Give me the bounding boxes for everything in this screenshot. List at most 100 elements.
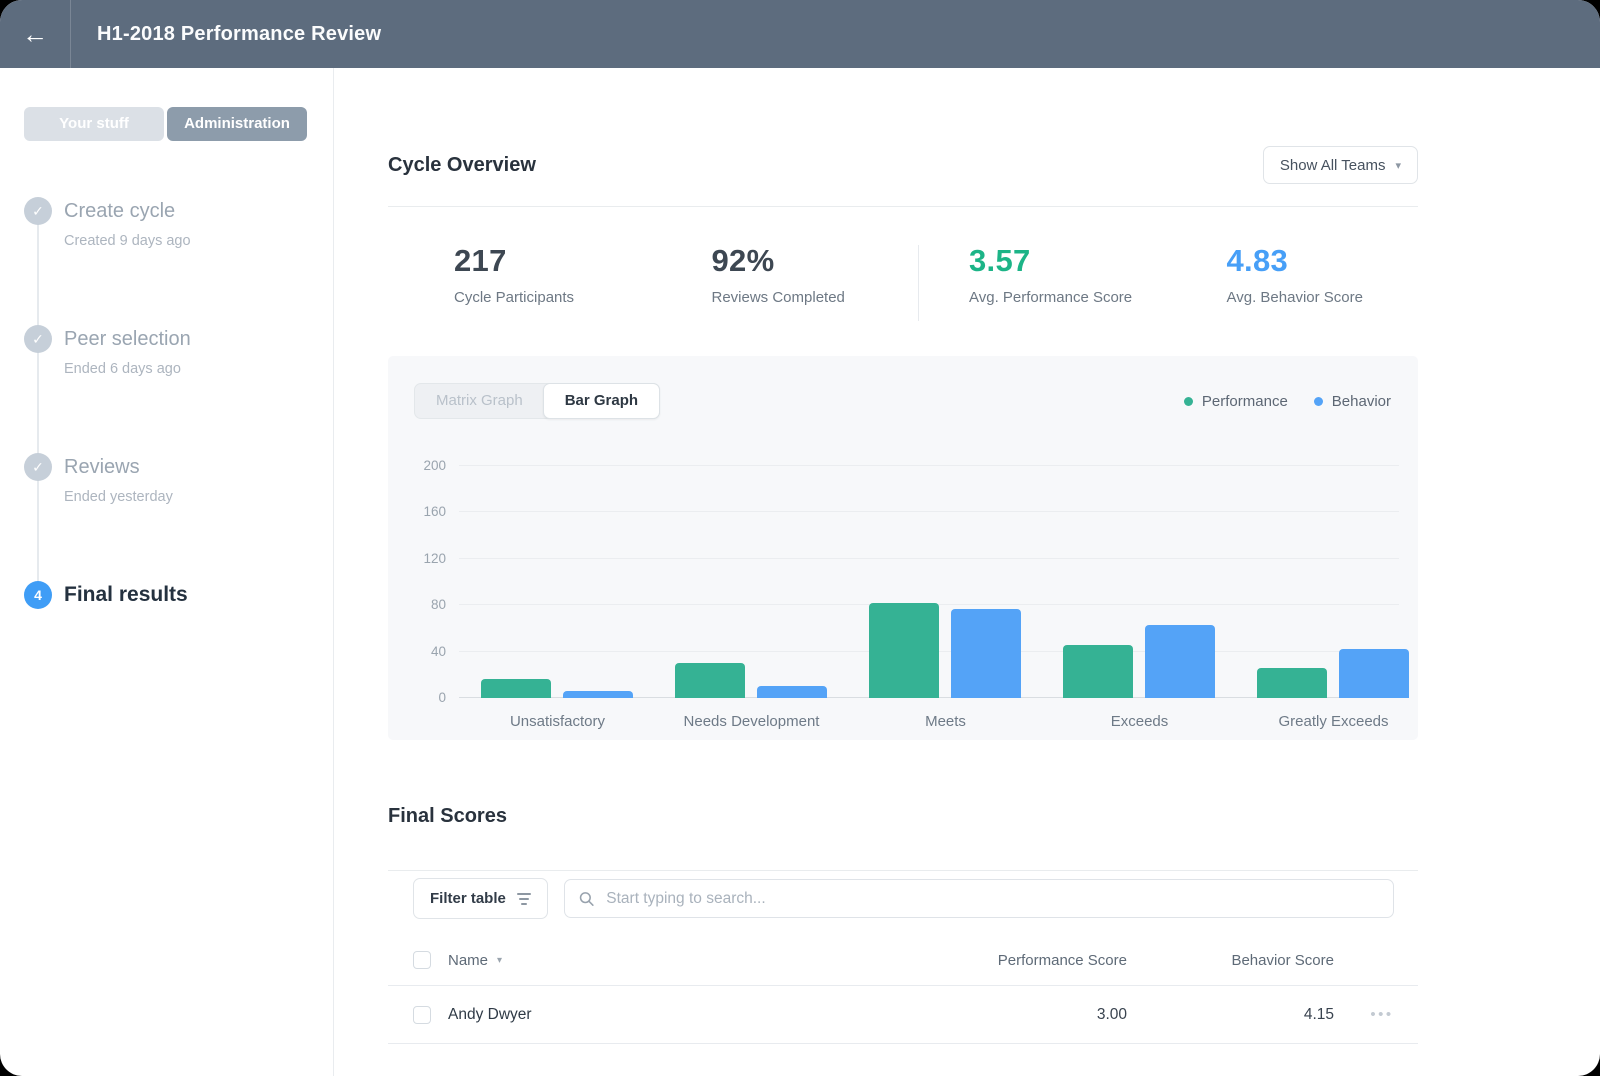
divider xyxy=(388,206,1418,207)
filter-button-label: Filter table xyxy=(430,890,506,907)
bar-performance xyxy=(1063,645,1133,698)
bar-performance xyxy=(481,679,551,698)
step-subtitle: Ended 6 days ago xyxy=(64,361,333,377)
bar-performance xyxy=(1257,668,1327,698)
stat-label: Reviews Completed xyxy=(712,289,904,306)
sidebar-tab-group: Your stuff Administration xyxy=(24,107,307,141)
column-label: Name xyxy=(448,952,488,969)
select-all-checkbox[interactable] xyxy=(413,951,431,969)
stat-value: 217 xyxy=(454,243,646,279)
final-scores-table: Name ▾ Performance Score Behavior Score … xyxy=(388,935,1418,1044)
step-final-results[interactable]: 4 Final results xyxy=(24,581,333,609)
top-bar: ← H1-2018 Performance Review xyxy=(0,0,1600,68)
app-window: ← H1-2018 Performance Review Your stuff … xyxy=(0,0,1600,1076)
check-icon: ✓ xyxy=(24,453,52,481)
check-icon: ✓ xyxy=(24,325,52,353)
stat-label: Avg. Performance Score xyxy=(969,289,1161,306)
check-icon: ✓ xyxy=(24,197,52,225)
chart-panel: Matrix Graph Bar Graph Performance Behav… xyxy=(388,356,1418,740)
step-title: Peer selection xyxy=(64,325,333,353)
step-title: Final results xyxy=(64,581,333,609)
back-button[interactable]: ← xyxy=(0,0,71,68)
search-input[interactable] xyxy=(604,889,1379,909)
graph-type-toggle: Matrix Graph Bar Graph xyxy=(414,383,660,419)
bar-behavior xyxy=(1145,625,1215,698)
category-label: Greatly Exceeds xyxy=(1278,713,1388,730)
bar-behavior xyxy=(1339,649,1409,698)
stat-value: 4.83 xyxy=(1227,243,1419,279)
search-box xyxy=(564,879,1394,918)
y-tick-label: 0 xyxy=(438,690,446,705)
main-panel: Cycle Overview Show All Teams ▾ 217 Cycl… xyxy=(334,68,1600,1076)
bar-group: Unsatisfactory xyxy=(481,466,634,698)
cell-behavior-score: 4.15 xyxy=(1139,1006,1346,1024)
bar-group: Meets xyxy=(869,466,1022,698)
tab-your-stuff[interactable]: Your stuff xyxy=(24,107,164,141)
bar-behavior xyxy=(757,686,827,698)
legend-dot-performance xyxy=(1184,397,1193,406)
y-tick-label: 200 xyxy=(423,458,446,473)
column-header-behavior-score: Behavior Score xyxy=(1139,952,1346,969)
show-all-teams-dropdown[interactable]: Show All Teams ▾ xyxy=(1263,146,1418,184)
filter-icon xyxy=(517,893,531,905)
sidebar: Your stuff Administration ✓ Create cycle… xyxy=(0,68,334,1076)
bar-behavior xyxy=(951,609,1021,698)
cycle-stepper: ✓ Create cycle Created 9 days ago ✓ Peer… xyxy=(24,197,333,609)
stat-label: Cycle Participants xyxy=(454,289,646,306)
step-title: Create cycle xyxy=(64,197,333,225)
y-tick-label: 120 xyxy=(423,551,446,566)
stats-row: 217 Cycle Participants 92% Reviews Compl… xyxy=(388,243,1418,325)
cell-performance-score: 3.00 xyxy=(939,1006,1139,1024)
section-title-cycle-overview: Cycle Overview xyxy=(388,154,536,177)
bar-chart-plot: 04080120160200UnsatisfactoryNeeds Develo… xyxy=(459,466,1399,698)
stat: 92% Reviews Completed xyxy=(646,243,904,325)
y-tick-label: 160 xyxy=(423,504,446,519)
employee-name: Andy Dwyer xyxy=(448,1006,532,1024)
legend-dot-behavior xyxy=(1314,397,1323,406)
chevron-down-icon: ▾ xyxy=(1395,159,1401,172)
step-peer-selection[interactable]: ✓ Peer selection Ended 6 days ago xyxy=(24,325,333,453)
stat: 4.83 Avg. Behavior Score xyxy=(1161,243,1419,325)
legend-item-performance: Performance xyxy=(1184,393,1288,410)
legend-item-behavior: Behavior xyxy=(1314,393,1391,410)
section-title-final-scores: Final Scores xyxy=(388,805,1418,828)
stats-vertical-divider xyxy=(918,245,919,321)
stat-value: 92% xyxy=(712,243,904,279)
category-label: Meets xyxy=(925,713,966,730)
step-create-cycle[interactable]: ✓ Create cycle Created 9 days ago xyxy=(24,197,333,325)
y-tick-label: 80 xyxy=(431,597,446,612)
bar-performance xyxy=(675,663,745,698)
stat-value: 3.57 xyxy=(969,243,1161,279)
step-title: Reviews xyxy=(64,453,333,481)
bar-behavior xyxy=(563,691,633,698)
back-arrow-icon: ← xyxy=(22,19,48,50)
filter-table-button[interactable]: Filter table xyxy=(413,878,548,919)
column-header-name[interactable]: Name ▾ xyxy=(448,952,939,969)
row-menu-ellipsis-icon[interactable]: ••• xyxy=(1370,1006,1393,1023)
page-title: H1-2018 Performance Review xyxy=(97,23,381,46)
step-number-badge: 4 xyxy=(24,581,52,609)
toggle-matrix-graph[interactable]: Matrix Graph xyxy=(415,384,544,418)
stat: 3.57 Avg. Performance Score xyxy=(903,243,1161,325)
toggle-bar-graph[interactable]: Bar Graph xyxy=(543,383,660,419)
search-icon xyxy=(579,891,594,907)
step-subtitle: Created 9 days ago xyxy=(64,233,333,249)
stat-label: Avg. Behavior Score xyxy=(1227,289,1419,306)
tab-administration[interactable]: Administration xyxy=(167,107,307,141)
row-checkbox[interactable] xyxy=(413,1006,431,1024)
stat: 217 Cycle Participants xyxy=(388,243,646,325)
legend-label: Behavior xyxy=(1332,393,1391,410)
step-reviews[interactable]: ✓ Reviews Ended yesterday xyxy=(24,453,333,581)
table-header-row: Name ▾ Performance Score Behavior Score xyxy=(388,935,1418,986)
legend-label: Performance xyxy=(1202,393,1288,410)
column-header-performance-score: Performance Score xyxy=(939,952,1139,969)
category-label: Unsatisfactory xyxy=(510,713,605,730)
dropdown-label: Show All Teams xyxy=(1280,157,1386,174)
chart-legend: Performance Behavior xyxy=(1184,393,1391,410)
bar-performance xyxy=(869,603,939,698)
table-row[interactable]: Andy Dwyer 3.00 4.15 ••• xyxy=(388,986,1418,1044)
bar-group: Exceeds xyxy=(1063,466,1216,698)
bar-group: Needs Development xyxy=(675,466,828,698)
bar-group: Greatly Exceeds xyxy=(1257,466,1410,698)
cell-name: Andy Dwyer xyxy=(448,1006,939,1024)
